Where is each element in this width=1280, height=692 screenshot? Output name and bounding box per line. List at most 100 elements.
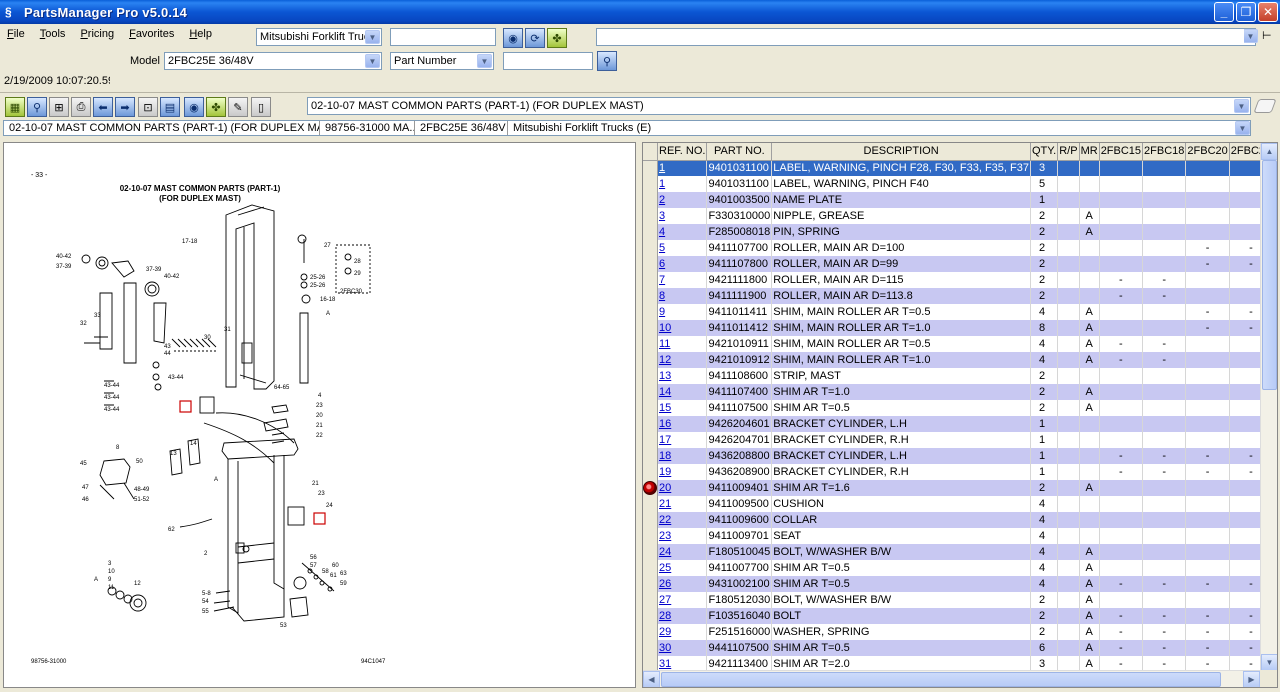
list-view-button[interactable]: ▤ (160, 97, 180, 117)
ref-no-cell[interactable]: 15 (657, 400, 708, 416)
ref-no-cell[interactable]: 5 (657, 240, 708, 256)
table-row[interactable]: 25 9411007700 SHIM AR T=0.5 4 A (643, 560, 1277, 576)
table-row[interactable]: 59411107700ROLLER, MAIN AR D=1002--- (643, 240, 1277, 256)
row-marker[interactable] (643, 368, 658, 384)
row-marker[interactable] (643, 544, 658, 560)
globe-button[interactable]: ◉ (184, 97, 204, 117)
parts-grid[interactable]: REF. NO. PART NO. DESCRIPTION QTY. R/P MR 2FBC… (642, 142, 1278, 688)
row-marker[interactable] (643, 640, 658, 656)
scroll-right-icon[interactable]: ▶ (1243, 671, 1260, 687)
pin-icon[interactable]: ⊢ (1262, 29, 1272, 42)
ref-no-cell[interactable]: 1 (657, 176, 708, 192)
ref-no-link[interactable]: 1 (659, 178, 665, 190)
ref-no-link[interactable]: 27 (659, 594, 671, 606)
ref-no-link[interactable]: 25 (659, 562, 671, 574)
ref-no-cell[interactable]: 27 (657, 592, 708, 608)
table-row[interactable]: 309441107500SHIM AR T=0.56A----- (643, 640, 1277, 656)
vertical-scrollbar[interactable]: ▲ ▼ (1260, 143, 1277, 671)
table-row[interactable]: 10 9411011412 SHIM, MAIN ROLLER AR T=1.0 8 A… (643, 320, 1277, 336)
ref-no-link[interactable]: 11 (659, 338, 670, 350)
ref-no-link[interactable]: 1 (659, 162, 665, 174)
row-marker[interactable] (643, 176, 658, 192)
fit-page-button[interactable]: ⊡ (138, 97, 158, 117)
ref-no-link[interactable]: 13 (659, 370, 671, 382)
row-marker[interactable] (643, 576, 658, 592)
refresh-button[interactable]: ⟳ (525, 28, 545, 48)
ref-no-link[interactable]: 3 (659, 210, 665, 222)
menu-pricing[interactable]: Pricing (73, 26, 122, 44)
ref-no-cell[interactable]: 13 (657, 368, 708, 384)
model-select[interactable]: 2FBC25E 36/48V ▼ (164, 52, 382, 70)
ref-no-link[interactable]: 4 (659, 226, 665, 238)
ref-no-cell[interactable]: 22 (657, 512, 708, 528)
search-type-select[interactable]: Part Number ▼ (390, 52, 494, 70)
row-marker[interactable] (643, 432, 658, 448)
column-header[interactable]: MR (1079, 143, 1100, 161)
ref-no-cell[interactable]: 4 (657, 224, 708, 240)
table-row[interactable]: 22 9411009600 COLLAR 4 (643, 512, 1277, 528)
ref-no-cell[interactable]: 2 (657, 192, 708, 208)
row-marker[interactable] (643, 624, 658, 640)
column-header[interactable]: 2FBC15 (1099, 143, 1144, 161)
ref-no-cell[interactable]: 30 (657, 640, 708, 656)
table-row[interactable]: 16 9426204601 BRACKET CYLINDER, L.H 1 (643, 416, 1277, 432)
row-marker[interactable] (643, 528, 658, 544)
row-marker[interactable] (643, 480, 658, 496)
row-marker[interactable] (643, 352, 658, 368)
ref-no-link[interactable]: 23 (659, 530, 671, 542)
table-row[interactable]: 17 9426204701 BRACKET CYLINDER, R.H 1 (643, 432, 1277, 448)
table-row[interactable]: 29F251516000WASHER, SPRING2A----- (643, 624, 1277, 640)
horizontal-scroll-thumb[interactable] (661, 672, 1221, 687)
notes-button[interactable]: ✎ (228, 97, 248, 117)
ref-no-cell[interactable]: 9 (657, 304, 708, 320)
table-row[interactable]: 9 9411011411 SHIM, MAIN ROLLER AR T=0.5 4 A -… (643, 304, 1277, 320)
quick-search-input[interactable] (390, 28, 496, 46)
row-marker[interactable] (643, 384, 658, 400)
ref-no-link[interactable]: 12 (659, 354, 671, 366)
ref-no-cell[interactable]: 12 (657, 352, 708, 368)
table-row[interactable]: 269431002100SHIM AR T=0.54A----- (643, 576, 1277, 592)
table-row[interactable]: 69411107800ROLLER, MAIN AR D=992--- (643, 256, 1277, 272)
row-marker[interactable] (643, 512, 658, 528)
ref-no-cell[interactable]: 10 (657, 320, 708, 336)
table-row[interactable]: 4 F285008018 PIN, SPRING 2 A (643, 224, 1277, 240)
column-header[interactable]: R/P (1057, 143, 1080, 161)
row-marker[interactable] (643, 560, 658, 576)
ref-no-cell[interactable]: 29 (657, 624, 708, 640)
table-row[interactable]: 2 9401003500 NAME PLATE 1 (643, 192, 1277, 208)
row-marker[interactable] (643, 160, 658, 176)
eraser-button[interactable] (1253, 99, 1277, 113)
row-marker[interactable] (643, 288, 658, 304)
part-search-button[interactable]: ⚲ (597, 51, 617, 71)
puzzle-piece-button[interactable]: ▦ (5, 97, 25, 117)
menu-file[interactable]: File (0, 26, 33, 44)
zoom-button[interactable]: ⚲ (27, 97, 47, 117)
ref-no-cell[interactable]: 23 (657, 528, 708, 544)
ref-no-link[interactable]: 5 (659, 242, 665, 254)
table-row[interactable]: 1 9401031100 LABEL, WARNING, PINCH F28, F3… (643, 160, 1277, 176)
forward-button[interactable]: ➡ (115, 97, 135, 117)
ref-no-cell[interactable]: 26 (657, 576, 708, 592)
ref-no-cell[interactable]: 14 (657, 384, 708, 400)
ref-no-link[interactable]: 18 (659, 450, 671, 462)
table-row[interactable]: 20 9411009401 SHIM AR T=1.6 2 A (643, 480, 1277, 496)
ref-no-link[interactable]: 9 (659, 306, 665, 318)
table-row[interactable]: 8 9411111900 ROLLER, MAIN AR D=113.8 2 - - (643, 288, 1277, 304)
ref-no-link[interactable]: 16 (659, 418, 671, 430)
addon-button[interactable]: ✤ (206, 97, 226, 117)
breadcrumb-dropdown[interactable]: ▼ (1233, 120, 1251, 136)
scroll-down-icon[interactable]: ▼ (1261, 654, 1277, 671)
ref-no-link[interactable]: 20 (659, 482, 671, 494)
row-marker[interactable] (643, 192, 658, 208)
menu-tools[interactable]: Tools (33, 26, 74, 44)
ref-no-link[interactable]: 30 (659, 642, 671, 654)
table-row[interactable]: 7 9421111800 ROLLER, MAIN AR D=115 2 - - (643, 272, 1277, 288)
parts-diagram[interactable]: - 33 - 02-10-07 MAST COMMON PARTS (PART-… (3, 142, 636, 688)
table-row[interactable]: 28F103516040BOLT2A----- (643, 608, 1277, 624)
table-row[interactable]: 27 F180512030 BOLT, W/WASHER B/W 2 A (643, 592, 1277, 608)
table-row[interactable]: 24 F180510045 BOLT, W/WASHER B/W 4 A (643, 544, 1277, 560)
globe-search-button[interactable]: ◉ (503, 28, 523, 48)
row-marker[interactable] (643, 608, 658, 624)
column-header[interactable]: 2FBC20 (1185, 143, 1230, 161)
ref-no-link[interactable]: 14 (659, 386, 671, 398)
